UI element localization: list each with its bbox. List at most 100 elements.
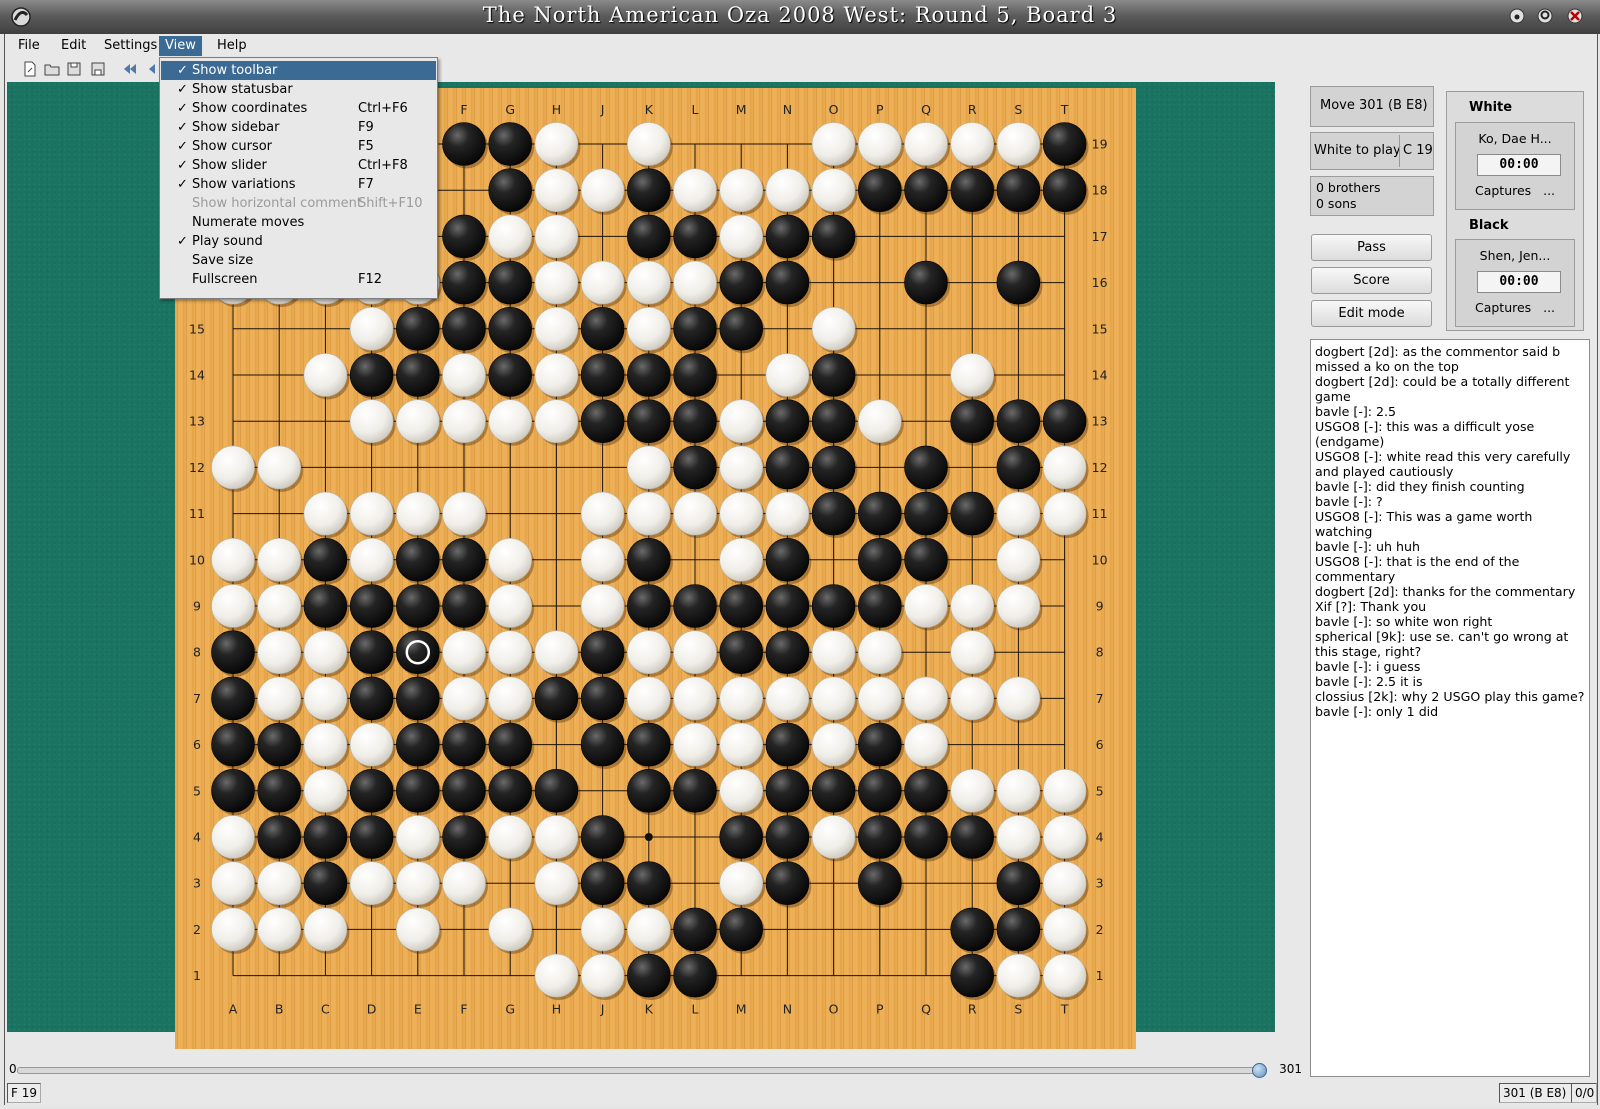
menu-item-show-statusbar[interactable]: ✓ Show statusbar (161, 80, 436, 99)
menu-item-shortcut: F5 (358, 139, 374, 154)
menu-item-label: Play sound (192, 234, 263, 249)
black-stone (904, 445, 948, 490)
menu-settings[interactable]: Settings (98, 36, 163, 56)
menu-item-show-toolbar[interactable]: ✓ Show toolbar (161, 61, 436, 80)
black-stone (488, 353, 533, 397)
row-coordinate: 15 (189, 321, 205, 336)
menu-item-label: Show sidebar (192, 120, 280, 135)
black-stone (673, 399, 717, 444)
white-stone (534, 260, 579, 305)
menu-item-play-sound[interactable]: ✓ Play sound (161, 232, 436, 251)
row-coordinate: 4 (1096, 830, 1104, 845)
menu-item-save-size[interactable]: Save size (161, 251, 436, 270)
white-stone (996, 537, 1041, 582)
chat-message: clossius [2k]: why 2 USGO play this game… (1315, 689, 1585, 704)
column-coordinate: P (876, 1002, 884, 1017)
chat-message: USGO8 [-]: This was a game worth watchin… (1315, 509, 1533, 539)
menu-item-show-coordinates[interactable]: ✓ Show coordinates Ctrl+F6 (161, 99, 436, 118)
black-stone (442, 815, 486, 859)
status-cursor-coord: F 19 (7, 1083, 41, 1103)
row-coordinate: 9 (1096, 599, 1104, 614)
menu-item-show-slider[interactable]: ✓ Show slider Ctrl+F8 (161, 156, 436, 175)
white-stone (996, 491, 1041, 536)
black-stone (719, 307, 764, 351)
white-stone (1042, 861, 1087, 906)
status-move: 301 (B E8) (1499, 1083, 1573, 1103)
white-stone (673, 722, 717, 767)
edit-mode-button[interactable]: Edit mode (1311, 300, 1432, 327)
title-bar[interactable]: The North American Oza 2008 West: Round … (0, 0, 1600, 34)
new-file-icon[interactable] (22, 61, 38, 77)
menu-item-show-horizontal-comment: Show horizontal comment Shift+F10 (161, 194, 436, 213)
column-coordinate: J (600, 1002, 605, 1017)
black-stone (442, 722, 486, 767)
move-slider[interactable]: 0 301 (7, 1060, 1302, 1080)
column-coordinate: T (1060, 1002, 1069, 1017)
white-stone (580, 168, 625, 212)
black-stone (626, 537, 671, 582)
white-stone (719, 768, 764, 813)
save-icon[interactable] (66, 61, 82, 77)
black-stone (719, 815, 764, 859)
white-stone (626, 491, 671, 536)
black-stone (673, 584, 717, 628)
menu-item-show-variations[interactable]: ✓ Show variations F7 (161, 175, 436, 194)
chat-message: bavle [-]: uh huh (1315, 539, 1420, 554)
open-file-icon[interactable] (44, 61, 60, 77)
black-stone (396, 537, 440, 582)
black-stone (673, 953, 717, 998)
column-coordinate: H (552, 102, 561, 117)
slider-track[interactable] (17, 1067, 1264, 1074)
checkmark-icon: ✓ (177, 101, 188, 116)
column-coordinate: S (1014, 1002, 1022, 1017)
hoshi-point (644, 833, 653, 841)
black-stone (857, 768, 902, 813)
white-stone (257, 861, 301, 906)
white-stone (719, 861, 764, 906)
previous-move-icon[interactable] (144, 61, 160, 77)
white-stone (303, 491, 348, 536)
menu-item-show-sidebar[interactable]: ✓ Show sidebar F9 (161, 118, 436, 137)
black-stone (904, 260, 948, 305)
close-icon[interactable] (1566, 7, 1584, 25)
slider-handle[interactable] (1252, 1063, 1267, 1078)
minimize-icon[interactable] (1508, 7, 1526, 25)
black-stone (211, 676, 255, 721)
save-as-icon[interactable] (90, 61, 106, 77)
black-stone (904, 537, 948, 582)
chat-message: bavle [-]: so white won right (1315, 614, 1493, 629)
black-stone (765, 815, 810, 859)
column-coordinate: Q (921, 102, 931, 117)
black-stone (904, 815, 948, 859)
menu-help[interactable]: Help (211, 36, 253, 56)
score-button[interactable]: Score (1311, 267, 1432, 294)
column-coordinate: R (968, 102, 977, 117)
menu-view[interactable]: View (159, 36, 202, 56)
white-stone (857, 399, 902, 444)
white-stone (1042, 491, 1087, 536)
menu-item-fullscreen[interactable]: Fullscreen F12 (161, 270, 436, 289)
white-stone (580, 491, 625, 536)
white-stone (349, 399, 394, 444)
first-move-icon[interactable] (122, 61, 138, 77)
menu-file[interactable]: File (12, 36, 46, 56)
white-stone (442, 399, 486, 444)
white-stone (996, 815, 1041, 859)
white-stone (580, 584, 625, 628)
menu-item-show-cursor[interactable]: ✓ Show cursor F5 (161, 137, 436, 156)
menu-item-label: Save size (192, 253, 254, 268)
white-stone (580, 907, 625, 952)
pass-button[interactable]: Pass (1311, 234, 1432, 261)
black-stone (1042, 122, 1087, 166)
black-stone (996, 399, 1041, 444)
black-stone (442, 537, 486, 582)
white-stone (396, 861, 440, 906)
maximize-icon[interactable] (1536, 7, 1554, 25)
column-coordinate: A (229, 1002, 238, 1017)
players-panel: White Ko, Dae H... 00:00 Captures ... Bl… (1446, 91, 1584, 331)
menu-edit[interactable]: Edit (55, 36, 92, 56)
menu-item-numerate-moves[interactable]: Numerate moves (161, 213, 436, 232)
comment-area[interactable]: dogbert [2d]: as the commentor said b mi… (1310, 339, 1590, 1077)
white-stone (257, 537, 301, 582)
white-stone (719, 722, 764, 767)
